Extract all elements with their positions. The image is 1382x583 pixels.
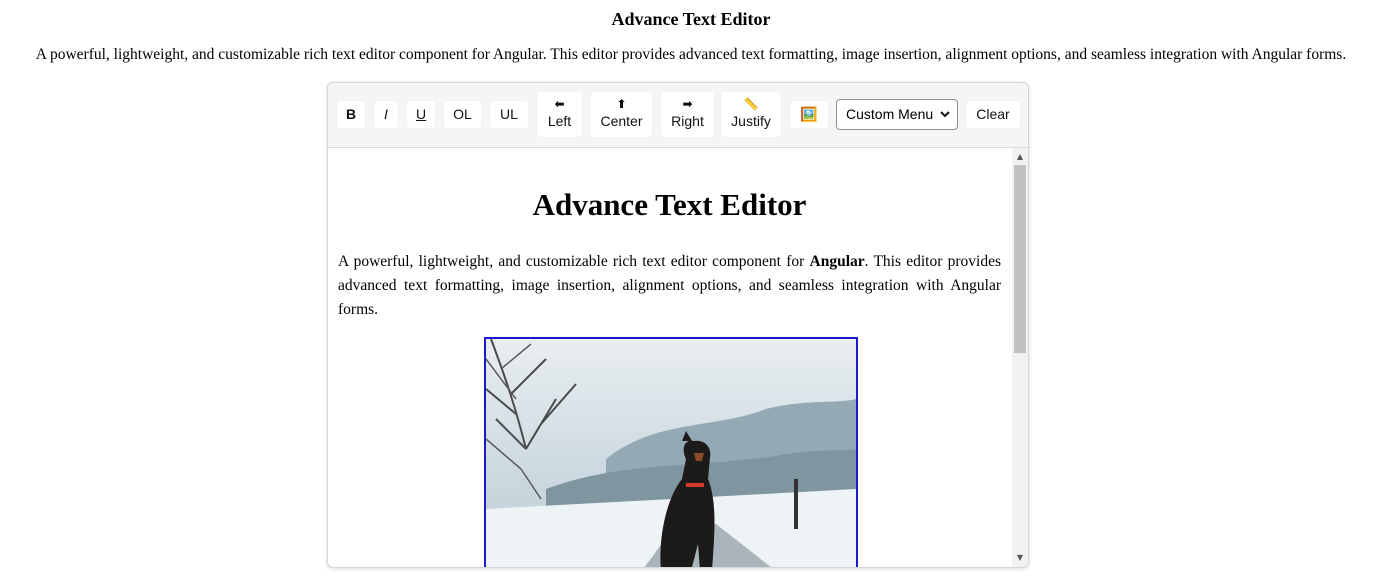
scroll-thumb[interactable] [1014, 165, 1026, 353]
scroll-up-icon[interactable]: ▲ [1012, 150, 1028, 164]
unordered-list-button[interactable]: UL [489, 100, 529, 129]
insert-image-button[interactable]: 🖼️ [789, 100, 829, 129]
page-description: A powerful, lightweight, and customizabl… [35, 46, 1347, 63]
align-right-button[interactable]: ➡ Right [660, 91, 715, 138]
dog-photo [486, 339, 856, 567]
align-center-button[interactable]: ⬆ Center [590, 91, 653, 138]
arrow-up-icon: ⬆ [616, 97, 627, 111]
editor-toolbar: B I U OL UL ⬅ Left ⬆ Center ➡ Right 📏 Ju… [328, 83, 1028, 148]
arrow-left-icon: ⬅ [554, 97, 565, 111]
content-paragraph-start: A powerful, lightweight, and customizabl… [338, 253, 810, 270]
align-center-label: Center [600, 113, 643, 129]
vertical-scrollbar[interactable]: ▲ ▼ [1012, 148, 1028, 567]
custom-menu-select[interactable]: Custom Menu [836, 99, 958, 130]
chevron-down-icon [940, 100, 950, 141]
align-left-label: Left [547, 113, 572, 129]
image-icon: 🖼️ [800, 106, 818, 122]
content-paragraph-bold: Angular [809, 253, 865, 270]
arrow-right-icon: ➡ [682, 97, 693, 111]
justify-button[interactable]: 📏 Justify [720, 91, 782, 138]
ordered-list-button[interactable]: OL [443, 100, 482, 129]
custom-menu-selected: Custom Menu [846, 106, 934, 122]
ruler-icon: 📏 [743, 97, 759, 111]
align-right-label: Right [671, 113, 704, 129]
page-title: Advance Text Editor [611, 9, 771, 29]
content-paragraph: A powerful, lightweight, and customizabl… [338, 250, 1001, 322]
align-left-button[interactable]: ⬅ Left [536, 91, 583, 138]
rich-text-editor: B I U OL UL ⬅ Left ⬆ Center ➡ Right 📏 Ju… [327, 82, 1029, 568]
bold-button[interactable]: B [336, 100, 366, 129]
content-heading: Advance Text Editor [532, 187, 807, 222]
editor-content[interactable]: Advance Text Editor A powerful, lightwei… [328, 148, 1011, 567]
justify-label: Justify [731, 113, 771, 129]
scroll-down-icon[interactable]: ▼ [1012, 551, 1028, 565]
underline-button[interactable]: U [406, 100, 436, 129]
clear-button[interactable]: Clear [965, 100, 1021, 129]
italic-button[interactable]: I [373, 100, 399, 129]
content-image[interactable] [484, 337, 858, 567]
